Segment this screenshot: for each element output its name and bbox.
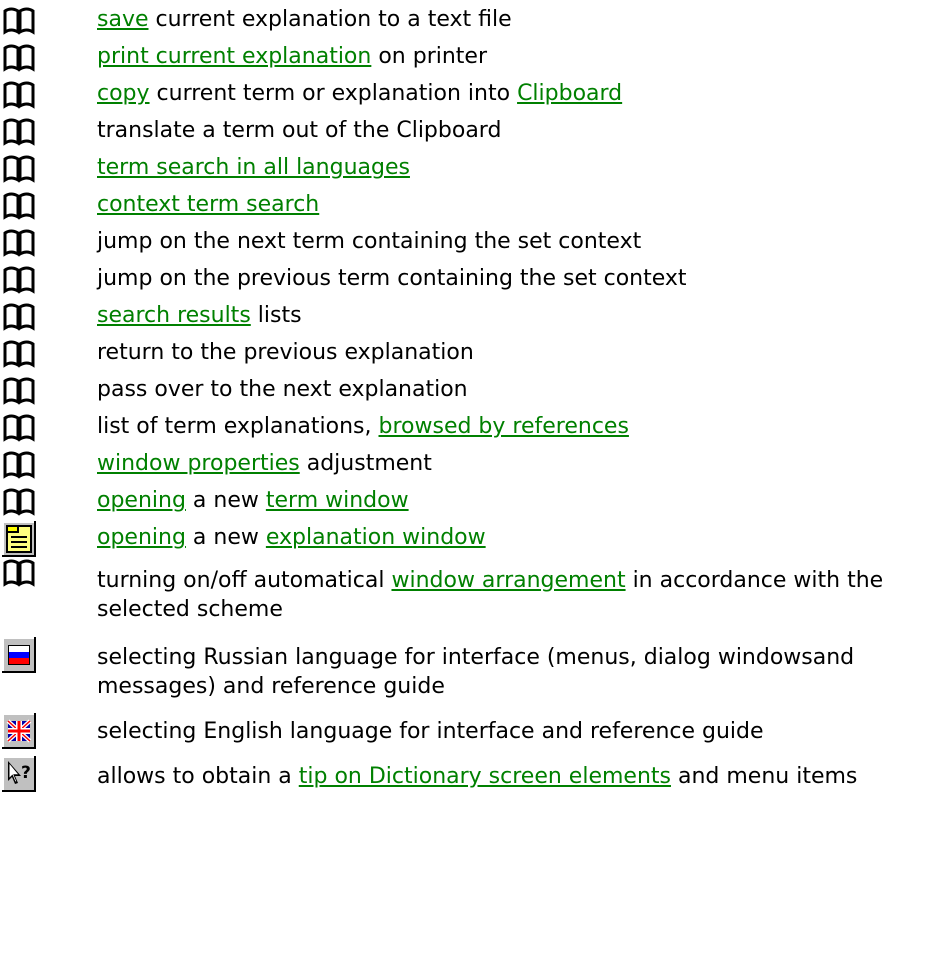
book-icon[interactable] bbox=[2, 375, 36, 409]
item-text-pre: translate a term out of the Clipboard bbox=[97, 118, 502, 143]
link-window-properties[interactable]: window properties bbox=[97, 451, 300, 476]
book-icon[interactable] bbox=[2, 449, 36, 483]
link-copy[interactable]: copy bbox=[97, 81, 150, 106]
link-explanation-window[interactable]: explanation window bbox=[266, 525, 486, 550]
book-icon[interactable] bbox=[2, 42, 36, 76]
item-text-pre: return to the previous explanation bbox=[97, 340, 474, 365]
item-text-mid: current explanation to a text file bbox=[148, 7, 512, 32]
link-opening[interactable]: opening bbox=[97, 525, 186, 550]
book-icon[interactable] bbox=[2, 338, 36, 372]
link-search-results[interactable]: search results bbox=[97, 303, 251, 328]
link-clipboard[interactable]: Clipboard bbox=[517, 81, 622, 106]
item-text-mid: a new bbox=[185, 525, 266, 550]
russian-flag-icon[interactable] bbox=[2, 637, 36, 673]
item-text-mid: on printer bbox=[371, 44, 488, 69]
link-tip-on-dictionary-screen-elements[interactable]: tip on Dictionary screen elements bbox=[299, 764, 671, 789]
book-icon[interactable] bbox=[2, 557, 36, 591]
book-icon[interactable] bbox=[2, 190, 36, 224]
link-opening[interactable]: opening bbox=[97, 488, 186, 513]
item-text-mid: current term or explanation into bbox=[149, 81, 518, 106]
folder-window-icon[interactable] bbox=[2, 521, 36, 557]
book-icon[interactable] bbox=[2, 301, 36, 335]
item-text-pre: jump on the previous term containing the… bbox=[97, 266, 687, 291]
book-icon[interactable] bbox=[2, 79, 36, 113]
link-context-term-search[interactable]: context term search bbox=[97, 192, 319, 217]
link-browsed-by-references[interactable]: browsed by references bbox=[379, 414, 629, 439]
link-term-search-all-languages[interactable]: term search in all languages bbox=[97, 155, 410, 180]
book-icon[interactable] bbox=[2, 486, 36, 520]
book-icon[interactable] bbox=[2, 5, 36, 39]
item-text-mid: lists bbox=[250, 303, 302, 328]
book-icon[interactable] bbox=[2, 227, 36, 261]
british-flag-icon[interactable] bbox=[2, 713, 36, 749]
item-text-mid: and menu items bbox=[670, 764, 858, 789]
item-text-pre: selecting English language for interface… bbox=[97, 719, 764, 744]
link-save[interactable]: save bbox=[97, 7, 149, 32]
item-text-pre: list of term explanations, bbox=[97, 414, 379, 439]
link-term-window[interactable]: term window bbox=[266, 488, 409, 513]
svg-text:?: ? bbox=[21, 763, 31, 783]
link-print-current-explanation[interactable]: print current explanation bbox=[97, 44, 371, 69]
link-window-arrangement[interactable]: window arrangement bbox=[391, 568, 625, 593]
book-icon[interactable] bbox=[2, 412, 36, 446]
book-icon[interactable] bbox=[2, 264, 36, 298]
book-icon[interactable] bbox=[2, 116, 36, 150]
item-text-pre: selecting Russian language for interface… bbox=[97, 645, 855, 699]
book-icon[interactable] bbox=[2, 153, 36, 187]
item-text-pre: turning on/off automatical bbox=[97, 568, 392, 593]
item-text-pre: jump on the next term containing the set… bbox=[97, 229, 642, 254]
item-text-pre: allows to obtain a bbox=[97, 764, 299, 789]
item-text-mid: adjustment bbox=[299, 451, 432, 476]
item-text-pre: pass over to the next explanation bbox=[97, 377, 468, 402]
context-help-icon[interactable]: ? bbox=[2, 756, 36, 792]
item-text-mid: a new bbox=[185, 488, 266, 513]
